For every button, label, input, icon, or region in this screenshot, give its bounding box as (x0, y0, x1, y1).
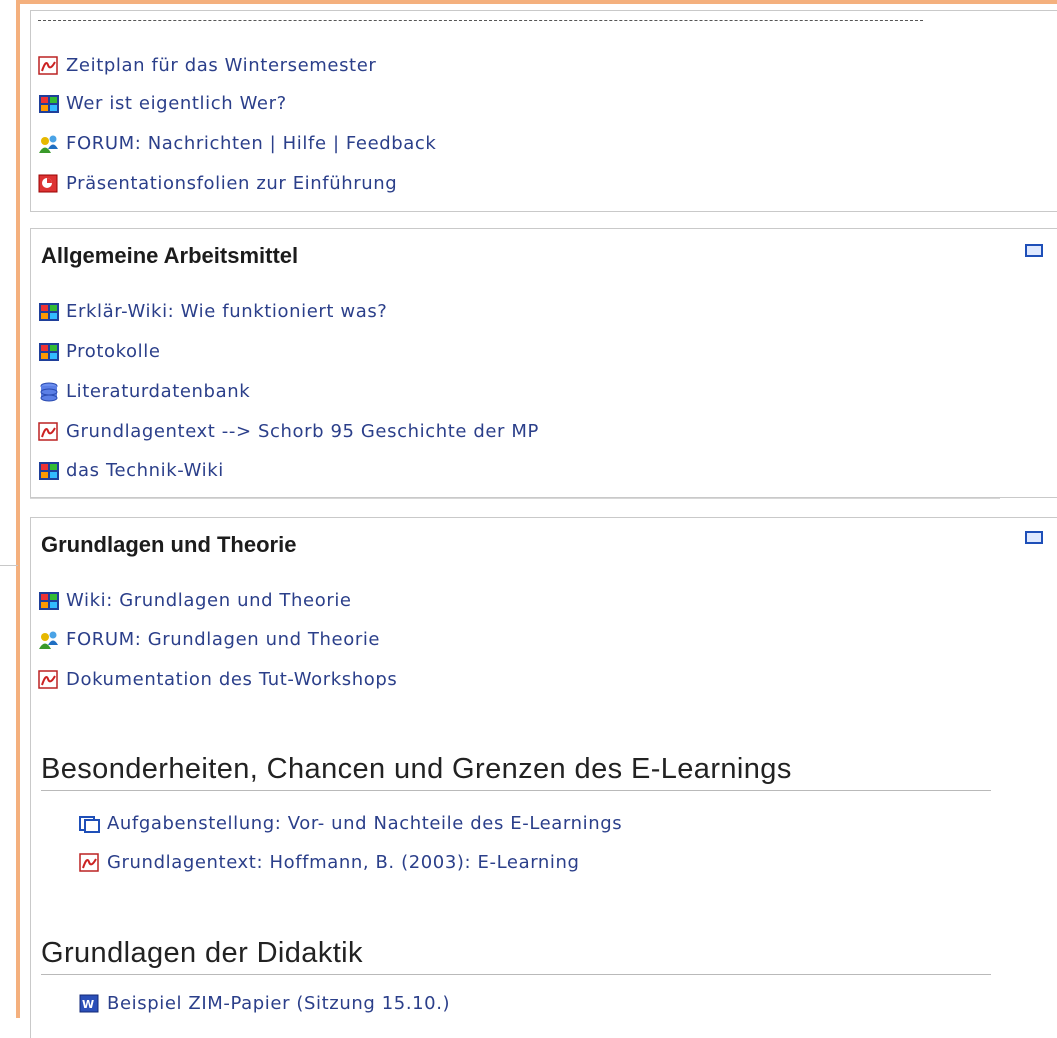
link-forum-grundlagen[interactable]: FORUM: Grundlagen und Theorie (38, 629, 380, 650)
link-label: Wer ist eigentlich Wer? (66, 93, 287, 114)
link-aufgabenstellung[interactable]: Aufgabenstellung: Vor- und Nachteile des… (79, 813, 622, 834)
link-label: Wiki: Grundlagen und Theorie (66, 590, 352, 611)
link-erklaer-wiki[interactable]: Erklär-Wiki: Wie funktioniert was? (38, 301, 387, 322)
panel-divider (30, 498, 1000, 499)
word-icon: W (79, 994, 101, 1014)
forum-icon (38, 630, 60, 650)
wiki-icon (38, 342, 60, 362)
link-grundlagentext-schorb[interactable]: Grundlagentext --> Schorb 95 Geschichte … (38, 421, 539, 442)
collapse-section-icon[interactable] (1025, 531, 1043, 544)
link-grundlagentext-hoffmann[interactable]: Grundlagentext: Hoffmann, B. (2003): E-L… (79, 852, 580, 873)
link-wiki-grundlagen[interactable]: Wiki: Grundlagen und Theorie (38, 590, 352, 611)
link-dokumentation-tut[interactable]: Dokumentation des Tut-Workshops (38, 669, 397, 690)
section-title-arbeitsmittel: Allgemeine Arbeitsmittel (41, 243, 299, 268)
forum-icon (38, 134, 60, 154)
link-literaturdatenbank[interactable]: Literaturdatenbank (38, 381, 250, 402)
pdf-icon (38, 669, 60, 690)
link-label: FORUM: Nachrichten | Hilfe | Feedback (66, 133, 437, 154)
top-accent-border (18, 0, 1057, 4)
link-label: Grundlagentext --> Schorb 95 Geschichte … (66, 421, 539, 442)
pdf-icon (79, 852, 101, 873)
link-label: Zeitplan für das Wintersemester (66, 55, 377, 76)
wiki-icon (38, 302, 60, 322)
wiki-icon (38, 94, 60, 114)
link-wer-ist-wer[interactable]: Wer ist eigentlich Wer? (38, 93, 287, 114)
link-label: Erklär-Wiki: Wie funktioniert was? (66, 301, 388, 322)
link-protokolle[interactable]: Protokolle (38, 341, 161, 362)
link-technik-wiki[interactable]: das Technik-Wiki (38, 460, 224, 481)
svg-text:W: W (82, 998, 94, 1011)
subsection-title-elearning: Besonderheiten, Chancen und Grenzen des … (41, 753, 991, 791)
section-title-grundlagen: Grundlagen und Theorie (41, 532, 297, 557)
assignment-icon (79, 814, 101, 834)
dashed-separator (38, 20, 923, 22)
link-forum-nachrichten[interactable]: FORUM: Nachrichten | Hilfe | Feedback (38, 133, 436, 154)
link-label: das Technik-Wiki (66, 460, 224, 481)
collapse-section-icon[interactable] (1025, 244, 1043, 257)
link-label: Präsentationsfolien zur Einführung (66, 173, 398, 194)
presentation-icon (38, 174, 60, 194)
link-zim-papier[interactable]: W Beispiel ZIM-Papier (Sitzung 15.10.) (79, 993, 450, 1014)
link-label: Grundlagentext: Hoffmann, B. (2003): E-L… (107, 852, 580, 873)
pdf-icon (38, 55, 60, 76)
subsection-title-didaktik: Grundlagen der Didaktik (41, 937, 991, 975)
pdf-icon (38, 421, 60, 442)
link-zeitplan[interactable]: Zeitplan für das Wintersemester (38, 55, 376, 76)
link-label: Literaturdatenbank (66, 381, 251, 402)
wiki-icon (38, 461, 60, 481)
link-label: Dokumentation des Tut-Workshops (66, 669, 398, 690)
left-divider (0, 565, 18, 566)
database-icon (38, 382, 60, 402)
link-label: Protokolle (66, 341, 161, 362)
link-label: Aufgabenstellung: Vor- und Nachteile des… (107, 813, 623, 834)
left-accent-border (16, 0, 20, 1018)
wiki-icon (38, 591, 60, 611)
link-label: Beispiel ZIM-Papier (Sitzung 15.10.) (107, 993, 451, 1014)
link-praesentationsfolien[interactable]: Präsentationsfolien zur Einführung (38, 173, 397, 194)
link-label: FORUM: Grundlagen und Theorie (66, 629, 381, 650)
